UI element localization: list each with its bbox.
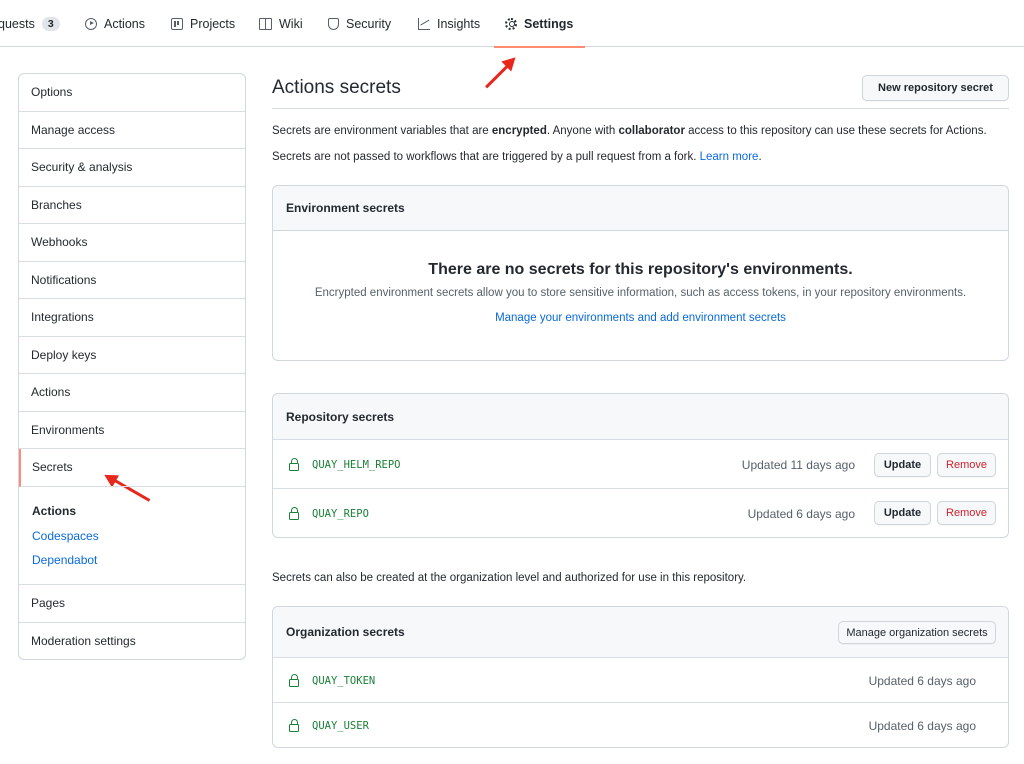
tab-label: quests bbox=[0, 16, 35, 31]
secret-row: QUAY_USER Updated 6 days ago bbox=[273, 702, 1008, 747]
secret-updated-time: Updated 6 days ago bbox=[747, 507, 855, 521]
sidebar-item-notifications[interactable]: Notifications bbox=[19, 262, 245, 299]
update-secret-button[interactable]: Update bbox=[874, 501, 931, 525]
intro-text-2: Secrets are not passed to workflows that… bbox=[272, 151, 762, 163]
sidebar-link-dependabot[interactable]: Dependabot bbox=[32, 553, 97, 567]
environment-secrets-box: Environment secrets There are no secrets… bbox=[272, 185, 1009, 361]
tab-actions[interactable]: Actions bbox=[85, 0, 145, 47]
learn-more-link[interactable]: Learn more bbox=[700, 151, 759, 163]
lock-icon bbox=[289, 674, 299, 687]
intro-text-1: Secrets are environment variables that a… bbox=[272, 125, 987, 137]
shield-icon bbox=[328, 17, 339, 30]
gear-icon bbox=[505, 17, 517, 30]
secret-updated-time: Updated 6 days ago bbox=[868, 719, 976, 733]
tab-security[interactable]: Security bbox=[328, 0, 391, 47]
organization-secrets-title: Organization secrets bbox=[286, 625, 405, 639]
sidebar-item-pages[interactable]: Pages bbox=[19, 585, 245, 623]
tab-label: Settings bbox=[524, 16, 574, 31]
secret-name: QUAY_USER bbox=[312, 720, 369, 732]
empty-state-title: There are no secrets for this repository… bbox=[428, 261, 853, 278]
empty-state-description: Encrypted environment secrets allow you … bbox=[314, 287, 967, 299]
repository-secrets-header: Repository secrets bbox=[273, 394, 1008, 439]
manage-organization-secrets-button[interactable]: Manage organization secrets bbox=[838, 621, 996, 644]
book-icon bbox=[259, 17, 272, 30]
secret-row: QUAY_HELM_REPO Updated 11 days ago Updat… bbox=[273, 439, 1008, 488]
repo-nav: quests 3 Actions Projects Wiki Security … bbox=[0, 0, 1024, 48]
sidebar-item-actions[interactable]: Actions bbox=[19, 374, 245, 412]
tab-label: Insights bbox=[437, 16, 481, 31]
lock-icon bbox=[289, 719, 299, 732]
tab-label: Actions bbox=[104, 16, 145, 31]
secret-row: QUAY_REPO Updated 6 days ago Update Remo… bbox=[273, 488, 1008, 537]
sidebar-item-webhooks[interactable]: Webhooks bbox=[19, 224, 245, 262]
lock-icon bbox=[289, 507, 299, 520]
tab-label: Wiki bbox=[279, 16, 303, 31]
organization-secrets-box: Organization secrets Manage organization… bbox=[272, 606, 1009, 748]
organization-note: Secrets can also be created at the organ… bbox=[272, 572, 747, 584]
annotation-arrow-settings bbox=[485, 59, 515, 89]
pull-requests-count-badge: 3 bbox=[41, 16, 60, 31]
secret-name: QUAY_HELM_REPO bbox=[312, 459, 401, 471]
sidebar-item-integrations[interactable]: Integrations bbox=[19, 299, 245, 337]
play-icon bbox=[85, 17, 97, 30]
sidebar-item-environments[interactable]: Environments bbox=[19, 412, 245, 449]
environment-secrets-header: Environment secrets bbox=[273, 186, 1008, 231]
tab-projects[interactable]: Projects bbox=[171, 0, 235, 47]
secret-name: QUAY_REPO bbox=[312, 508, 369, 520]
secret-name: QUAY_TOKEN bbox=[312, 675, 376, 687]
title-divider bbox=[272, 108, 1009, 109]
update-secret-button[interactable]: Update bbox=[874, 453, 931, 477]
secret-updated-time: Updated 11 days ago bbox=[741, 458, 855, 472]
sidebar-item-deploy-keys[interactable]: Deploy keys bbox=[19, 337, 245, 374]
sidebar-group-title: Actions bbox=[32, 504, 77, 518]
sidebar-item-branches[interactable]: Branches bbox=[19, 187, 245, 224]
sidebar-item-secrets[interactable]: Secrets bbox=[19, 449, 245, 487]
tab-label: Security bbox=[346, 16, 392, 31]
new-repository-secret-button[interactable]: New repository secret bbox=[862, 75, 1009, 101]
sidebar-item-security-analysis[interactable]: Security & analysis bbox=[19, 149, 245, 187]
sidebar-item-manage-access[interactable]: Manage access bbox=[19, 112, 245, 149]
secret-row: QUAY_TOKEN Updated 6 days ago bbox=[273, 657, 1008, 702]
tab-label: Projects bbox=[190, 16, 236, 31]
sidebar-item-options[interactable]: Options bbox=[19, 74, 245, 112]
manage-environments-link[interactable]: Manage your environments and add environ… bbox=[273, 312, 1008, 324]
remove-secret-button[interactable]: Remove bbox=[937, 453, 996, 477]
tab-insights[interactable]: Insights bbox=[418, 0, 480, 47]
tab-settings[interactable]: Settings bbox=[493, 0, 586, 48]
graph-icon bbox=[418, 17, 430, 30]
remove-secret-button[interactable]: Remove bbox=[937, 501, 996, 525]
repository-secrets-box: Repository secrets QUAY_HELM_REPO Update… bbox=[272, 393, 1009, 538]
sidebar-item-moderation-settings[interactable]: Moderation settings bbox=[19, 623, 245, 660]
settings-sidebar: Options Manage access Security & analysi… bbox=[18, 73, 246, 660]
page-title: Actions secrets bbox=[272, 77, 401, 98]
secret-updated-time: Updated 6 days ago bbox=[868, 674, 976, 688]
tab-pull-requests[interactable]: quests 3 bbox=[0, 0, 60, 47]
tab-wiki[interactable]: Wiki bbox=[259, 0, 303, 47]
lock-icon bbox=[289, 458, 299, 471]
project-board-icon bbox=[171, 17, 183, 30]
sidebar-link-codespaces[interactable]: Codespaces bbox=[32, 529, 99, 543]
